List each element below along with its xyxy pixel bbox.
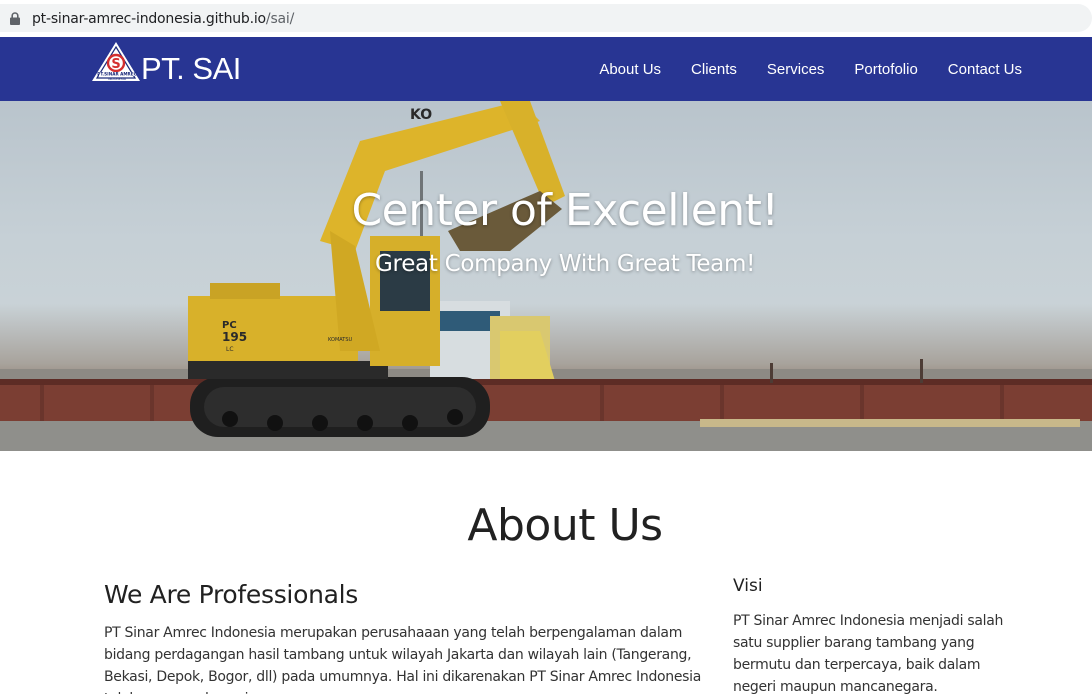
svg-text:195: 195 bbox=[222, 330, 247, 344]
svg-text:S: S bbox=[111, 57, 120, 72]
professionals-text: PT Sinar Amrec Indonesia merupakan perus… bbox=[104, 625, 702, 694]
nav-item-portofolio[interactable]: Portofolio bbox=[854, 61, 917, 78]
hero-title: Center of Excellent! bbox=[351, 185, 779, 236]
url-field[interactable]: pt-sinar-amrec-indonesia.github.io/sai/ bbox=[0, 4, 1092, 32]
hero-subtitle: Great Company With Great Team! bbox=[375, 251, 755, 277]
nav-item-services[interactable]: Services bbox=[767, 61, 825, 78]
navbar: S PT.SINAR AMREC INDONESIA PT. SAI About… bbox=[0, 37, 1092, 101]
company-logo[interactable]: S PT.SINAR AMREC INDONESIA bbox=[92, 41, 142, 83]
visi-title: Visi bbox=[733, 576, 763, 596]
visi-text: PT Sinar Amrec Indonesia menjadi salah s… bbox=[733, 613, 1004, 694]
lock-icon bbox=[10, 12, 20, 25]
svg-text:LC: LC bbox=[226, 346, 234, 353]
nav-item-about-us[interactable]: About Us bbox=[599, 61, 661, 78]
brand-name[interactable]: PT. SAI bbox=[141, 51, 241, 87]
about-professionals-column: We Are Professionals PT Sinar Amrec Indo… bbox=[104, 580, 704, 694]
url-text: pt-sinar-amrec-indonesia.github.io/sai/ bbox=[32, 11, 294, 27]
browser-address-bar: pt-sinar-amrec-indonesia.github.io/sai/ bbox=[0, 0, 1092, 37]
about-visi-column: Visi PT Sinar Amrec Indonesia menjadi sa… bbox=[733, 576, 1023, 694]
svg-text:INDONESIA: INDONESIA bbox=[108, 77, 127, 81]
url-host: pt-sinar-amrec-indonesia.github.io bbox=[32, 11, 266, 27]
hero-banner: PC 195 LC KO KOMATSU Center of Excellent… bbox=[0, 101, 1092, 451]
svg-text:PT.SINAR AMREC: PT.SINAR AMREC bbox=[97, 72, 136, 77]
url-path: /sai/ bbox=[265, 11, 295, 27]
nav-item-contact-us[interactable]: Contact Us bbox=[948, 61, 1022, 78]
svg-text:KOMATSU: KOMATSU bbox=[328, 337, 353, 343]
nav-item-clients[interactable]: Clients bbox=[691, 61, 737, 78]
about-heading: About Us bbox=[467, 500, 663, 551]
svg-text:KO: KO bbox=[410, 107, 432, 123]
nav-links: About Us Clients Services Portofolio Con… bbox=[569, 37, 1022, 101]
professionals-title: We Are Professionals bbox=[104, 580, 359, 609]
